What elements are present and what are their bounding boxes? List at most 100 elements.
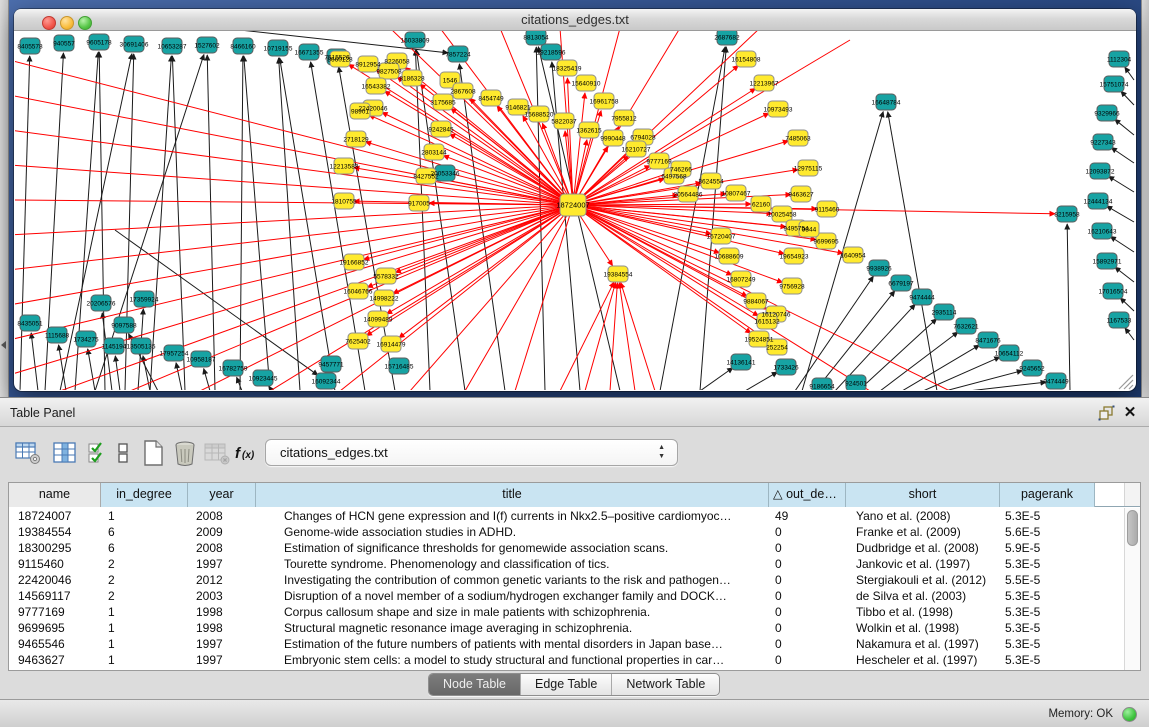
- column-header-3[interactable]: title: [256, 483, 769, 507]
- table-cell[interactable]: 0: [769, 620, 846, 636]
- graph-edge[interactable]: [968, 382, 1046, 390]
- table-cell[interactable]: 5.3E-5: [1000, 508, 1095, 524]
- table-cell[interactable]: Hescheler et al. (1997): [846, 652, 1000, 668]
- table-cell[interactable]: 9465546: [9, 636, 101, 652]
- graph-edge[interactable]: [1121, 91, 1134, 105]
- table-cell[interactable]: 1: [101, 604, 188, 620]
- network-view[interactable]: 8405578940557960517830691406106532871527…: [15, 31, 1135, 390]
- zoom-window-button[interactable]: [78, 16, 92, 30]
- graph-edge[interactable]: [279, 58, 300, 390]
- graph-edge[interactable]: [415, 50, 430, 390]
- graph-edge[interactable]: [1109, 176, 1134, 192]
- table-cell[interactable]: Jankovic et al. (1997): [846, 556, 1000, 572]
- graph-edge[interactable]: [573, 194, 726, 205]
- table-cell[interactable]: 0: [769, 588, 846, 604]
- table-cell[interactable]: 2008: [188, 508, 256, 524]
- graph-edge[interactable]: [700, 368, 733, 390]
- table-cell[interactable]: 5.3E-5: [1000, 604, 1095, 620]
- table-cell[interactable]: 5.9E-5: [1000, 540, 1095, 556]
- graph-edge[interactable]: [270, 205, 573, 390]
- row-height-button[interactable]: [113, 437, 133, 469]
- graph-edge[interactable]: [1107, 206, 1134, 222]
- graph-edge[interactable]: [1125, 67, 1134, 80]
- divider-collapse-handle[interactable]: [1, 341, 6, 349]
- table-row[interactable]: 2242004622012Investigating the contribut…: [9, 572, 1124, 588]
- graph-edge[interactable]: [88, 349, 95, 390]
- table-cell[interactable]: 1: [101, 636, 188, 652]
- table-settings-button[interactable]: [13, 437, 43, 469]
- graph-edge[interactable]: [280, 58, 335, 390]
- graph-edge[interactable]: [410, 205, 573, 390]
- window-titlebar[interactable]: citations_edges.txt: [14, 9, 1136, 31]
- graph-edge[interactable]: [619, 283, 635, 390]
- table-row[interactable]: 1456911722003Disruption of a novel membe…: [9, 588, 1124, 604]
- scrollbar-thumb[interactable]: [1127, 510, 1138, 546]
- citation-network-graph[interactable]: 8405578940557960517830691406106532871527…: [15, 31, 1135, 390]
- graph-edge[interactable]: [207, 55, 215, 390]
- table-cell[interactable]: Estimation of the future numbers of pati…: [256, 636, 769, 652]
- tab-node-table[interactable]: Node Table: [429, 674, 521, 695]
- table-cell[interactable]: Stergiakouli et al. (2012): [846, 572, 1000, 588]
- table-cell[interactable]: 0: [769, 524, 846, 540]
- table-cell[interactable]: Tibbo et al. (1998): [846, 604, 1000, 620]
- table-cell[interactable]: 5.3E-5: [1000, 556, 1095, 572]
- table-cell[interactable]: Disruption of a novel member of a sodium…: [256, 588, 769, 604]
- table-cell[interactable]: 5.3E-5: [1000, 620, 1095, 636]
- table-cell[interactable]: 9777169: [9, 604, 101, 620]
- table-vertical-scrollbar[interactable]: [1124, 508, 1140, 670]
- left-split-divider[interactable]: [0, 0, 9, 397]
- graph-edge[interactable]: [269, 386, 272, 390]
- graph-edge[interactable]: [1111, 148, 1134, 163]
- graph-edge[interactable]: [923, 357, 1000, 390]
- table-cell[interactable]: 6: [101, 540, 188, 556]
- column-header-0[interactable]: name: [9, 483, 101, 507]
- tab-edge-table[interactable]: Edge Table: [521, 674, 612, 695]
- table-cell[interactable]: Dudbridge et al. (2008): [846, 540, 1000, 556]
- table-row[interactable]: 1938455462009Genome-wide association stu…: [9, 524, 1124, 540]
- graph-edge[interactable]: [393, 205, 573, 294]
- table-cell[interactable]: 1997: [188, 652, 256, 668]
- table-cell[interactable]: 1997: [188, 556, 256, 572]
- table-cell[interactable]: 9463627: [9, 652, 101, 668]
- tab-network-table[interactable]: Network Table: [612, 674, 719, 695]
- table-cell[interactable]: Wolkin et al. (1998): [846, 620, 1000, 636]
- graph-edge[interactable]: [99, 52, 105, 390]
- graph-edge[interactable]: [888, 112, 937, 390]
- table-cell[interactable]: 5.3E-5: [1000, 636, 1095, 652]
- column-header-5[interactable]: short: [846, 483, 1000, 507]
- table-cell[interactable]: Corpus callosum shape and size in male p…: [256, 604, 769, 620]
- table-row[interactable]: 1830029562008Estimation of significance …: [9, 540, 1124, 556]
- table-cell[interactable]: 2: [101, 556, 188, 572]
- table-cell[interactable]: 0: [769, 652, 846, 668]
- table-cell[interactable]: Embryonic stem cells: a model to study s…: [256, 652, 769, 668]
- delete-button[interactable]: [170, 437, 200, 469]
- close-icon[interactable]: ✕: [1121, 402, 1139, 424]
- memory-ok-indicator[interactable]: [1122, 707, 1137, 722]
- graph-edge[interactable]: [1115, 119, 1134, 135]
- table-row[interactable]: 946554611997Estimation of the future num…: [9, 636, 1124, 652]
- table-cell[interactable]: Genome-wide association studies in ADHD.: [256, 524, 769, 540]
- graph-edge[interactable]: [436, 178, 573, 205]
- table-cell[interactable]: de Silva et al. (2003): [846, 588, 1000, 604]
- graph-edge[interactable]: [745, 372, 777, 390]
- graph-edge[interactable]: [20, 56, 30, 390]
- graph-edge[interactable]: [1125, 328, 1134, 340]
- table-cell[interactable]: Nakamura et al. (1997): [846, 636, 1000, 652]
- table-cell[interactable]: 5.5E-5: [1000, 572, 1095, 588]
- table-cell[interactable]: Investigating the contribution of common…: [256, 572, 769, 588]
- table-cell[interactable]: 2008: [188, 540, 256, 556]
- table-cell[interactable]: 2: [101, 572, 188, 588]
- table-cell[interactable]: Structural magnetic resonance image aver…: [256, 620, 769, 636]
- table-cell[interactable]: 18300295: [9, 540, 101, 556]
- table-cell[interactable]: 9115460: [9, 556, 101, 572]
- function-builder-button[interactable]: f (x): [233, 437, 263, 469]
- table-cell[interactable]: 2012: [188, 572, 256, 588]
- table-cell[interactable]: 1997: [188, 636, 256, 652]
- graph-edge[interactable]: [244, 56, 270, 390]
- table-cell[interactable]: 2003: [188, 588, 256, 604]
- table-row[interactable]: 977716911998Corpus callosum shape and si…: [9, 604, 1124, 620]
- table-cell[interactable]: 0: [769, 540, 846, 556]
- table-row[interactable]: 969969511998Structural magnetic resonanc…: [9, 620, 1124, 636]
- table-cell[interactable]: 1998: [188, 604, 256, 620]
- table-selector-dropdown[interactable]: citations_edges.txt ▲▼: [265, 439, 678, 466]
